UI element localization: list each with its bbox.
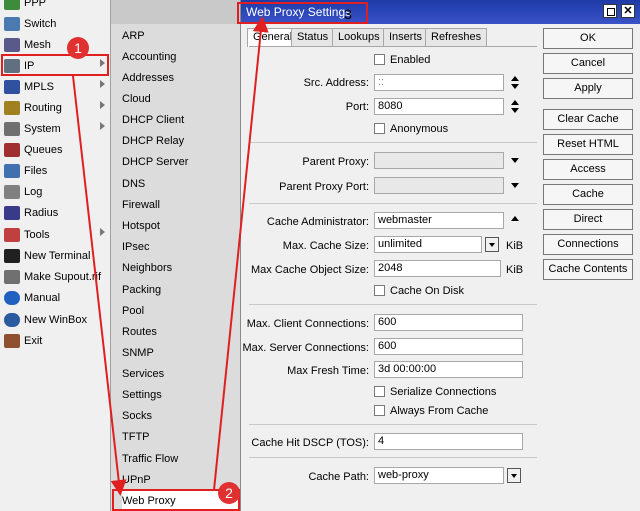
arrow-ip-to-web-proxy <box>72 75 127 496</box>
highlight-ip <box>1 54 109 76</box>
step-badge-2: 2 <box>218 482 240 504</box>
annotation-arrows <box>72 16 269 496</box>
step-badge-1: 1 <box>67 37 89 59</box>
step-badge-3: 3 <box>344 6 352 22</box>
arrow-web-proxy-to-window <box>213 16 269 491</box>
